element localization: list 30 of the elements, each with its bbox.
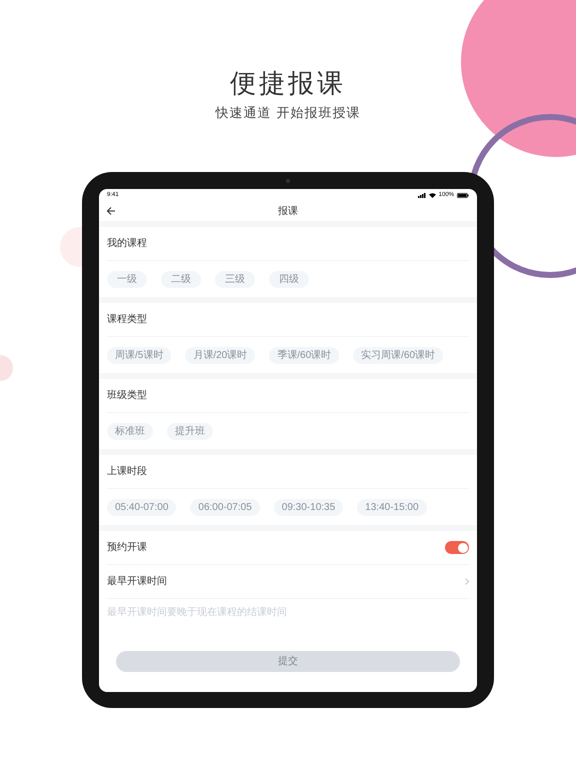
- option-chip[interactable]: 标准班: [107, 422, 153, 440]
- option-chip[interactable]: 四级: [269, 270, 309, 288]
- option-chip[interactable]: 三级: [215, 270, 255, 288]
- option-chip[interactable]: 05:40-07:00: [107, 498, 176, 516]
- option-chip[interactable]: 周课/5课时: [107, 346, 172, 364]
- back-icon[interactable]: [106, 206, 116, 216]
- battery-icon: [457, 192, 469, 198]
- promo-title: 便捷报课: [230, 67, 346, 100]
- option-chip[interactable]: 一级: [107, 270, 147, 288]
- wifi-icon: [428, 192, 436, 198]
- section-title: 班级类型: [107, 388, 147, 403]
- option-chip[interactable]: 二级: [161, 270, 201, 288]
- screen-title: 报课: [278, 204, 298, 218]
- toggle-switch[interactable]: [445, 541, 469, 554]
- signal-icon: [418, 192, 426, 198]
- option-chip[interactable]: 实习周课/60课时: [353, 346, 444, 364]
- setting-label: 预约开课: [107, 541, 147, 555]
- section-title: 课程类型: [107, 312, 147, 327]
- option-chip[interactable]: 月课/20课时: [185, 346, 256, 364]
- option-chip[interactable]: 季课/60课时: [269, 346, 340, 364]
- section-title: 上课时段: [107, 464, 147, 479]
- promo-subtitle: 快速通道 开始报班授课: [216, 105, 360, 121]
- section-title: 我的课程: [107, 236, 147, 251]
- option-chip[interactable]: 09:30-10:35: [274, 498, 344, 516]
- hint-text: 最早开课时间要晚于现在课程的结课时间: [107, 607, 287, 619]
- option-chip[interactable]: 06:00-07:05: [190, 498, 260, 516]
- option-chip[interactable]: 13:40-15:00: [357, 498, 427, 516]
- chevron-right-icon[interactable]: [465, 578, 469, 585]
- option-chip[interactable]: 提升班: [167, 422, 213, 440]
- setting-label: 最早开课时间: [107, 574, 167, 589]
